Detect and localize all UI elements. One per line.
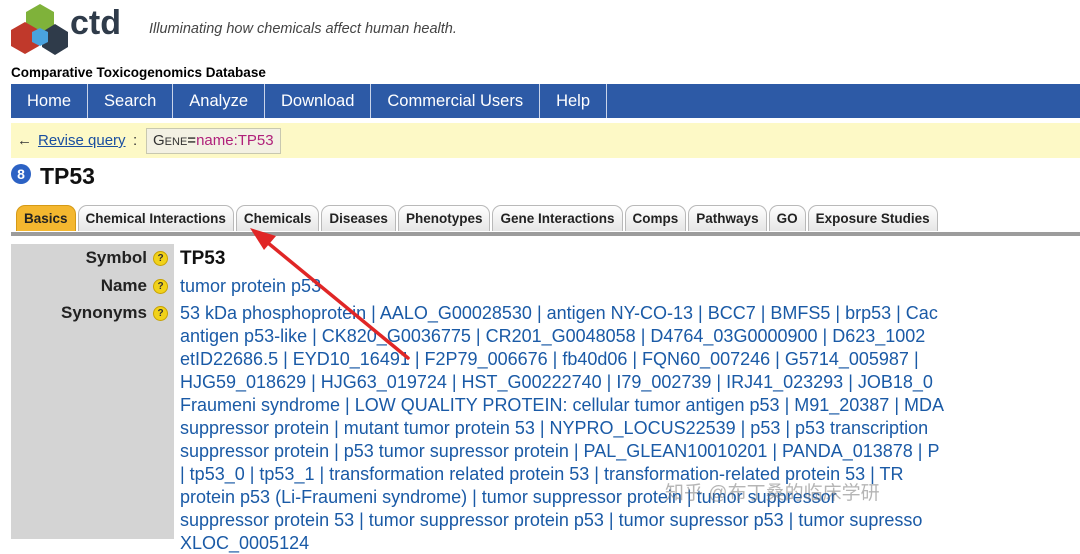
gene-icon: 8 xyxy=(11,164,31,184)
synonym-line[interactable]: Fraumeni syndrome | LOW QUALITY PROTEIN:… xyxy=(180,395,944,416)
help-icon[interactable]: ? xyxy=(153,278,168,294)
logo-text: ctd xyxy=(70,4,121,42)
symbol-value: TP53 xyxy=(180,248,226,269)
synonym-line[interactable]: etID22686.5 | EYD10_16491 | F2P79_006676… xyxy=(180,349,919,370)
query-field-label: Gene xyxy=(153,132,188,149)
nav-commercial-users[interactable]: Commercial Users xyxy=(371,84,541,118)
help-icon[interactable]: ? xyxy=(153,305,168,321)
tab-phenotypes[interactable]: Phenotypes xyxy=(397,205,491,231)
symbol-label-row: Symbol ? xyxy=(86,248,168,268)
synonym-line[interactable]: suppressor protein | mutant tumor protei… xyxy=(180,418,928,439)
tab-basics[interactable]: Basics xyxy=(16,205,76,231)
synonym-line[interactable]: antigen p53-like | CK820_G0036775 | CR20… xyxy=(180,326,925,347)
name-label: Name xyxy=(100,276,147,295)
site-title: Comparative Toxicogenomics Database xyxy=(11,65,266,80)
name-value[interactable]: tumor protein p53 xyxy=(180,276,321,297)
tab-chemical-interactions[interactable]: Chemical Interactions xyxy=(77,205,234,231)
tagline: Illuminating how chemicals affect human … xyxy=(149,21,457,37)
tab-go[interactable]: GO xyxy=(768,205,806,231)
back-arrow-icon: ← xyxy=(17,132,32,149)
tab-exposure-studies[interactable]: Exposure Studies xyxy=(807,205,938,231)
label-column: Symbol ? Name ? Synonyms ? xyxy=(11,244,174,539)
main-nav: Home Search Analyze Download Commercial … xyxy=(11,84,1080,118)
tab-divider xyxy=(11,232,1080,236)
tab-comps[interactable]: Comps xyxy=(624,205,687,231)
page-title: TP53 xyxy=(40,163,95,189)
tab-pathways[interactable]: Pathways xyxy=(688,205,767,231)
query-bar: ← Revise query : Gene=name:TP53 xyxy=(11,123,1080,158)
tab-diseases[interactable]: Diseases xyxy=(321,205,396,231)
help-icon[interactable]: ? xyxy=(153,250,168,266)
tab-bar: Basics Chemical Interactions Chemicals D… xyxy=(16,205,940,232)
synonyms-label-row: Synonyms ? xyxy=(61,303,168,323)
query-term-box: Gene=name:TP53 xyxy=(146,128,281,154)
nav-analyze[interactable]: Analyze xyxy=(173,84,265,118)
query-value: name:TP53 xyxy=(196,132,274,149)
tab-gene-interactions[interactable]: Gene Interactions xyxy=(492,205,623,231)
nav-help[interactable]: Help xyxy=(540,84,608,118)
nav-download[interactable]: Download xyxy=(265,84,372,118)
synonym-line[interactable]: HJG59_018629 | HJG63_019724 | HST_G00222… xyxy=(180,372,933,393)
synonyms-label: Synonyms xyxy=(61,303,147,322)
synonym-line[interactable]: XLOC_0005124 xyxy=(180,533,309,554)
query-equals: = xyxy=(187,132,197,149)
symbol-label: Symbol xyxy=(85,248,147,267)
synonym-line[interactable]: suppressor protein | p53 tumor supressor… xyxy=(180,441,939,462)
tab-chemicals[interactable]: Chemicals xyxy=(235,205,320,231)
revise-query-link[interactable]: Revise query xyxy=(38,132,126,149)
nav-home[interactable]: Home xyxy=(11,84,89,118)
synonym-line[interactable]: suppressor protein 53 | tumor suppressor… xyxy=(180,510,922,531)
name-label-row: Name ? xyxy=(101,276,168,296)
query-colon: : xyxy=(133,132,138,149)
watermark: 知乎 @布丁桑的临床学研 xyxy=(665,483,880,504)
ctd-logo-icon xyxy=(11,4,68,55)
synonym-line[interactable]: 53 kDa phosphoprotein | AALO_G00028530 |… xyxy=(180,303,938,324)
nav-search[interactable]: Search xyxy=(88,84,174,118)
